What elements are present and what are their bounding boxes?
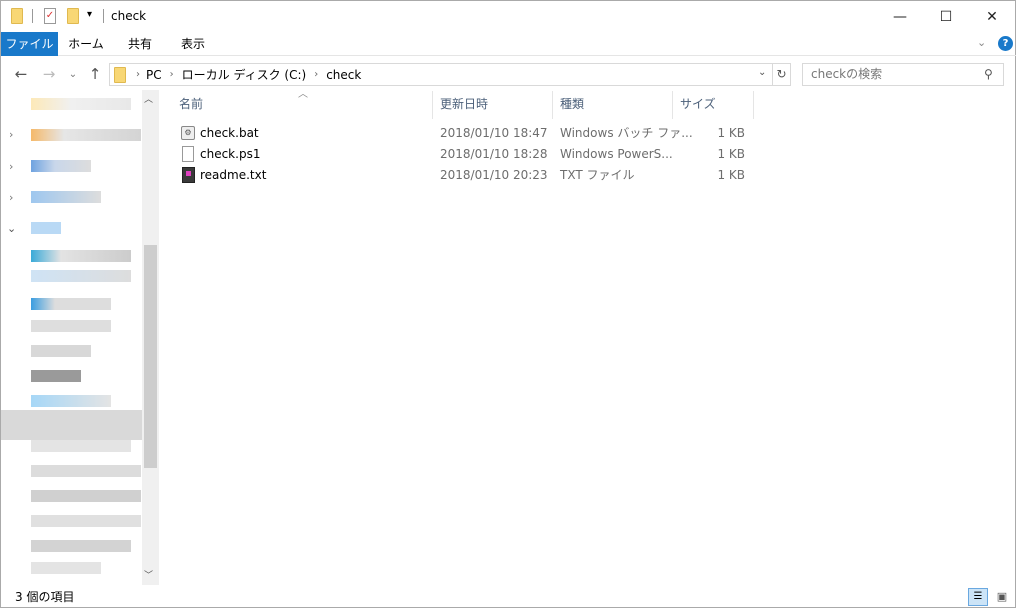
file-type: TXT ファイル [560,168,635,182]
chevron-right-icon: › [136,69,140,80]
tab-view[interactable]: 表示 [166,32,220,56]
customize-toolbar-icon[interactable]: ▾ [87,9,92,20]
column-header-type[interactable]: 種類 [554,91,673,119]
file-type: Windows バッチ ファ... [560,126,693,140]
address-dropdown-icon[interactable]: ⌄ [758,67,766,78]
document-icon [182,146,194,162]
forward-button[interactable]: → [39,63,59,86]
search-icon[interactable]: ⚲ [984,67,993,81]
text-file-icon [182,167,195,183]
chevron-right-icon: › [169,69,174,80]
folder-icon [114,66,126,83]
breadcrumb-pc[interactable]: PC [146,68,162,82]
address-bar[interactable]: › PC › ローカル ディスク (C:) › check ⌄ ↻ [109,63,791,86]
scroll-down-icon[interactable]: ﹀ [144,568,153,581]
recent-locations-button[interactable]: ⌄ [63,63,83,86]
up-button[interactable]: ↑ [85,63,105,86]
chevron-right-icon[interactable]: › [9,128,13,141]
back-button[interactable]: ← [11,63,31,86]
file-name: readme.txt [200,168,267,182]
column-header-modified[interactable]: 更新日時 [434,91,553,119]
chevron-right-icon[interactable]: › [9,191,13,204]
navigation-pane[interactable]: › › › ⌄ [1,90,159,585]
file-size: 1 KB [717,126,745,140]
search-input[interactable]: checkの検索 [802,63,1004,86]
column-header-size[interactable]: サイズ [674,91,754,119]
breadcrumb-check[interactable]: check [326,68,361,82]
title-bar: ✓ ▾ check — ☐ ✕ [1,1,1016,32]
refresh-icon[interactable]: ↻ [772,64,790,85]
breadcrumb-local-disk[interactable]: ローカル ディスク (C:) [182,66,307,83]
navigation-scrollbar[interactable]: ︿ ﹀ [142,90,159,585]
file-modified: 2018/01/10 20:23 [440,168,548,182]
new-folder-icon[interactable] [67,8,79,24]
file-name: check.ps1 [200,147,261,161]
file-row[interactable]: ⚙ check.bat 2018/01/10 18:47 Windows バッチ… [173,123,763,144]
file-modified: 2018/01/10 18:47 [440,126,548,140]
tab-home[interactable]: ホーム [58,32,114,56]
file-row[interactable]: check.ps1 2018/01/10 18:28 Windows Power… [173,144,763,165]
item-count: 3 個の項目 [15,590,75,604]
tab-share[interactable]: 共有 [114,32,166,56]
scroll-thumb[interactable] [144,245,157,468]
maximize-button[interactable]: ☐ [923,1,969,32]
file-row[interactable]: readme.txt 2018/01/10 20:23 TXT ファイル 1 K… [173,165,763,186]
chevron-right-icon: › [314,69,319,80]
chevron-right-icon[interactable]: › [9,160,13,173]
file-modified: 2018/01/10 18:28 [440,147,548,161]
column-header-name[interactable]: 名前 [173,91,433,119]
chevron-down-icon[interactable]: ⌄ [7,222,16,235]
large-icons-view-icon[interactable]: ▣ [992,588,1012,606]
scroll-up-icon[interactable]: ︿ [144,92,153,105]
file-size: 1 KB [717,147,745,161]
status-bar: 3 個の項目 ☰ ▣ [1,586,1016,608]
window-title: check [111,9,147,23]
properties-icon[interactable]: ✓ [44,8,56,24]
close-button[interactable]: ✕ [969,1,1015,32]
batch-file-icon: ⚙ [181,126,195,140]
ribbon: ファイル ホーム 共有 表示 ⌄ ? [1,32,1016,56]
divider [32,9,33,23]
file-name: check.bat [200,126,259,140]
tab-file[interactable]: ファイル [1,32,58,56]
folder-icon [11,8,23,24]
help-icon[interactable]: ? [998,36,1013,51]
file-type: Windows PowerS... [560,147,673,161]
expand-ribbon-icon[interactable]: ⌄ [977,36,986,49]
details-view-icon[interactable]: ☰ [968,588,988,606]
file-size: 1 KB [717,168,745,182]
minimize-button[interactable]: — [877,1,923,32]
divider [103,9,104,23]
